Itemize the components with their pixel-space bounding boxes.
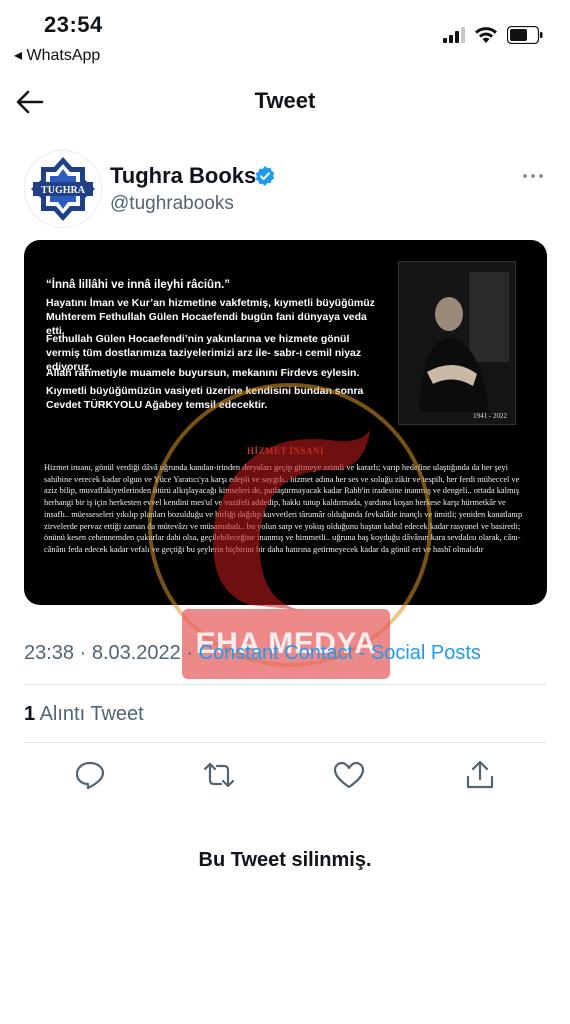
status-time: 23:54 [44,12,103,37]
photo-years: 1941 - 2022 [473,412,507,420]
media-quote: “İnnâ lillâhi ve innâ ileyhi râciûn.” [46,279,231,291]
deleted-tweet-notice: Bu Tweet silinmiş. [198,849,372,871]
back-arrow-icon[interactable] [14,88,46,116]
wifi-icon [475,27,497,43]
quote-tweets-link[interactable]: 1 Alıntı Tweet [24,703,144,726]
retweet-icon[interactable] [203,760,235,790]
divider [24,684,547,685]
tweet-source-link[interactable]: Constant Contact - Social Posts [199,642,481,664]
media-paragraph: Kıymetli büyüğümüzün vasiyeti üzerine ke… [46,385,364,411]
portrait-photo: 1941 - 2022 [398,261,516,425]
cellular-signal-icon [443,27,465,43]
battery-icon [507,26,543,44]
media-heading: HİZMET İNSANI [246,446,325,456]
tweet-datetime: 23:38 · 8.03.2022 · [24,642,199,664]
back-to-app-link[interactable]: ◂ WhatsApp [14,45,100,65]
tweet-media-image[interactable]: “İnnâ lillâhi ve innâ ileyhi râciûn.” Ha… [24,240,547,605]
verified-badge-icon [255,166,275,186]
author-name[interactable]: Tughra Books [110,163,256,189]
divider [24,742,547,743]
media-body-text: Hizmet insanı, gönül verdiği dâvâ uğrund… [44,463,523,554]
avatar[interactable]: TUGHRA [24,150,102,228]
tweet-timestamp: 23:38 · 8.03.2022 · Constant Contact - S… [24,642,481,665]
tughra-logo-icon: TUGHRA [31,157,95,221]
media-paragraph: Allah rahmetiyle muamele buyursun, mekan… [46,367,360,379]
quote-label: Alıntı Tweet [35,703,144,725]
author-handle[interactable]: @tughrabooks [110,193,234,215]
quote-count: 1 [24,703,36,725]
reply-icon[interactable] [74,760,106,790]
share-icon[interactable] [464,760,496,790]
page-title: Tweet [254,88,316,113]
svg-text:TUGHRA: TUGHRA [41,185,86,196]
more-options-icon[interactable] [520,166,546,186]
like-heart-icon[interactable] [333,760,365,790]
